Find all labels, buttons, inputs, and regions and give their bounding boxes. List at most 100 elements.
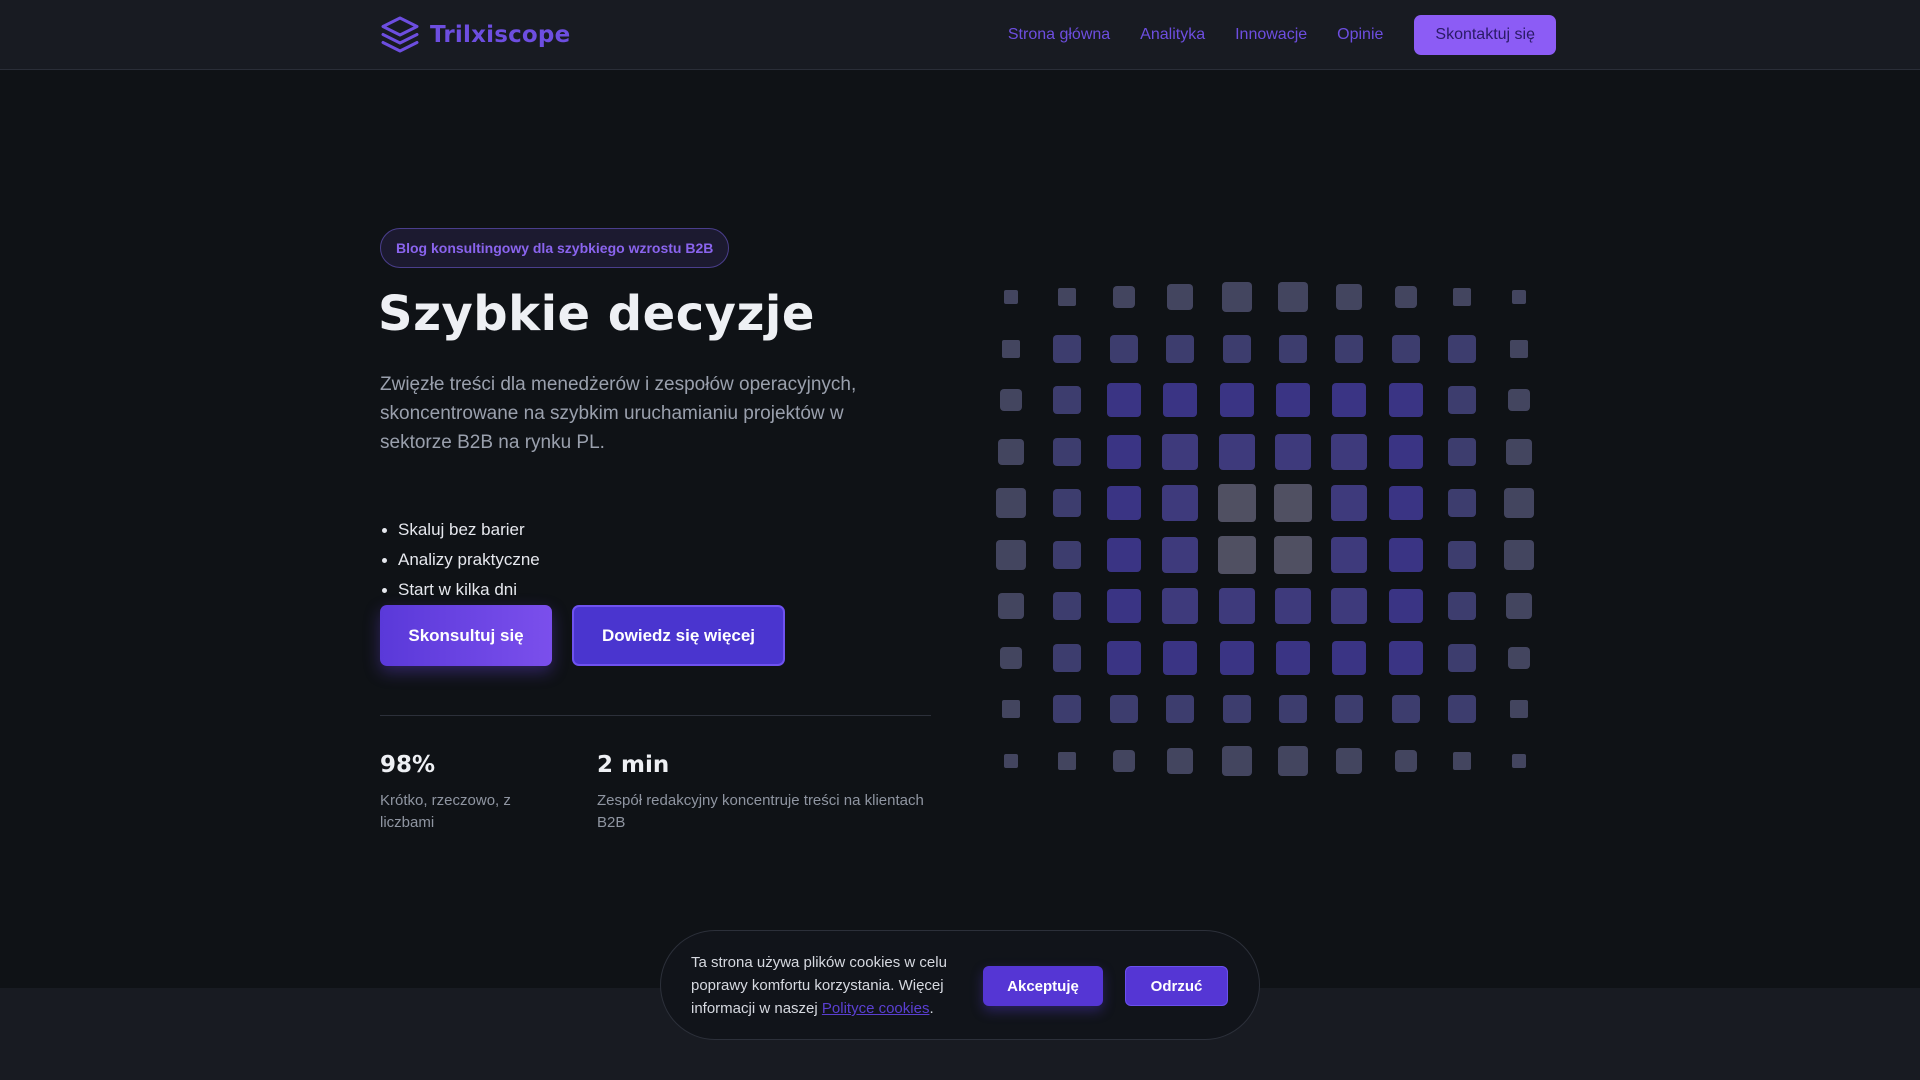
grid-square [1503,488,1534,518]
grid-square [1217,535,1256,574]
hero-lead: Zwięzłe treści dla menedżerów i zespołów… [380,374,857,453]
nav-link-home[interactable]: Strona główna [1008,26,1110,44]
grid-square [1509,339,1528,358]
grid-square [1053,643,1082,672]
grid-square [1274,484,1312,522]
grid-square [1331,485,1368,521]
grid-square [1505,593,1532,619]
stat-label: Zespół redakcyjny koncentruje treści na … [597,792,924,831]
grid-square [1112,286,1135,308]
cookie-accept-button[interactable]: Akceptuję [983,966,1103,1006]
grid-square [1053,437,1082,466]
grid-square [1511,290,1526,304]
brand-logo[interactable]: Trilxiscope [380,15,570,55]
grid-square [1106,537,1141,572]
grid-square [1274,535,1312,574]
grid-square [1448,334,1477,363]
stat-label: Krótko, rzeczowo, z liczbami [380,792,511,831]
grid-square [1388,486,1423,520]
brand-name: Trilxiscope [430,22,571,48]
grid-square [1505,438,1532,465]
contact-button[interactable]: Skontaktuj się [1414,15,1556,55]
grid-square [998,593,1024,619]
grid-square [996,488,1026,518]
stat-block: 98% Krótko, rzeczowo, z liczbami [380,752,555,834]
stacked-layers-icon [381,16,419,53]
grid-square [1217,484,1256,522]
grid-square [1332,383,1367,417]
grid-square [1331,433,1368,470]
grid-square [1219,383,1254,417]
grid-square [1166,334,1195,363]
grid-square [1448,540,1477,569]
grid-square [1335,334,1364,363]
grid-square [1448,437,1477,466]
feature-list: Skaluj bez barier Analizy praktyczne Sta… [380,515,540,605]
grid-square [1219,640,1254,675]
grid-square [1053,334,1082,363]
decorative-square-grid [990,278,1550,783]
cookie-policy-link[interactable]: Polityce cookies [822,1000,930,1017]
grid-square [1394,749,1417,772]
grid-square [1388,383,1423,417]
nav-link-innovations[interactable]: Innowacje [1235,26,1307,44]
grid-square [1507,646,1530,669]
grid-square [1106,640,1141,675]
grid-square [1162,588,1199,624]
grid-square [1004,753,1018,768]
grid-square [1163,640,1198,675]
hero-badge: Blog konsultingowy dla szybkiego wzrostu… [380,228,730,268]
grid-square [1218,433,1255,470]
stats-divider [380,715,931,716]
nav-link-analytics[interactable]: Analityka [1140,26,1205,44]
cookie-reject-button[interactable]: Odrzuć [1125,966,1228,1006]
grid-square [1336,284,1363,310]
grid-square [1388,589,1423,623]
grid-square [1163,383,1198,417]
grid-square [1332,640,1367,675]
nav-link-reviews[interactable]: Opinie [1337,26,1383,44]
consult-button[interactable]: Skonsultuj się [380,605,552,666]
grid-square [1167,747,1194,774]
grid-square [1388,537,1423,572]
grid-square [1222,695,1251,723]
main-nav: Strona główna Analityka Innowacje Opinie… [1008,15,1556,55]
grid-square [1000,389,1022,411]
grid-square [1278,282,1308,312]
grid-square [1453,751,1472,770]
grid-square [998,438,1024,465]
grid-square [1002,700,1020,718]
grid-square [1448,643,1477,672]
grid-square [1221,745,1252,776]
grid-square [1448,695,1477,723]
grid-square [1002,339,1020,358]
grid-square [1507,389,1530,411]
grid-square [1331,588,1368,624]
grid-square [1166,695,1195,723]
cookie-banner: Ta strona używa plików cookies w celu po… [660,930,1260,1040]
grid-square [1394,286,1417,308]
grid-square [1448,386,1477,414]
grid-square [1162,485,1199,521]
grid-square [1276,640,1310,675]
grid-square [1106,383,1141,417]
grid-square [1509,700,1528,718]
grid-square [996,539,1026,570]
grid-square [1222,334,1251,363]
grid-square [1276,383,1310,417]
grid-square [1058,751,1077,770]
grid-square [1109,695,1138,723]
feature-item: Analizy praktyczne [380,545,540,575]
grid-square [1053,540,1082,569]
learn-more-button[interactable]: Dowiedz się więcej [572,605,785,666]
grid-square [1391,334,1420,363]
grid-square [1109,334,1138,363]
grid-square [1503,539,1534,570]
grid-square [1053,695,1082,723]
grid-square [1106,434,1141,469]
grid-square [1053,592,1082,620]
grid-square [1388,434,1423,469]
cookie-message: Ta strona używa plików cookies w celu po… [691,951,981,1020]
grid-square [1004,290,1018,304]
site-header: Trilxiscope Strona główna Analityka Inno… [0,0,1920,70]
